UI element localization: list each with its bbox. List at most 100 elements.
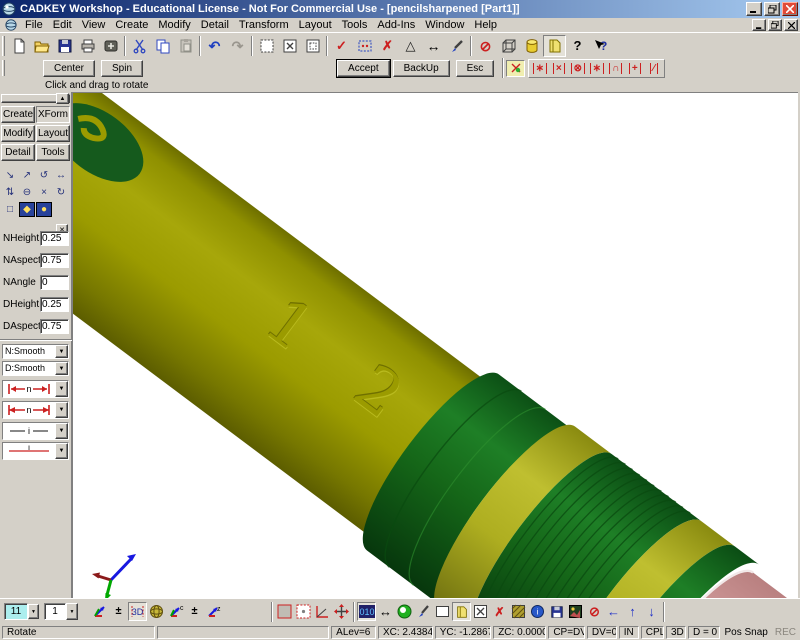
save-view-button[interactable] bbox=[547, 602, 566, 621]
stretch-button[interactable]: ↔ bbox=[422, 35, 445, 57]
menu-window[interactable]: Window bbox=[420, 19, 469, 32]
status-cp[interactable]: CP=DV bbox=[548, 626, 585, 639]
xform-rotate-button[interactable]: ↺ bbox=[36, 168, 52, 183]
minimize-button[interactable] bbox=[746, 2, 762, 16]
witness-style-select-1[interactable]: i ▼ bbox=[2, 422, 69, 440]
menu-addins[interactable]: Add-Ins bbox=[372, 19, 420, 32]
render-image-button[interactable] bbox=[566, 602, 585, 621]
tangent-snap-button[interactable]: ∩ bbox=[606, 60, 625, 77]
hatch-button[interactable] bbox=[509, 602, 528, 621]
menu-help[interactable]: Help bbox=[469, 19, 502, 32]
toolbar-grip[interactable] bbox=[2, 60, 5, 76]
dim-style-select-1[interactable]: n ▼ bbox=[2, 380, 69, 398]
close-window-button[interactable] bbox=[471, 602, 490, 621]
center-snap-button[interactable]: ⊗ bbox=[568, 60, 587, 77]
level-manager-button[interactable] bbox=[452, 602, 471, 621]
xform-revolve-button[interactable]: ⊖ bbox=[19, 185, 35, 200]
digitizer-pen-button[interactable] bbox=[445, 35, 468, 57]
zoom-all-button[interactable] bbox=[278, 35, 301, 57]
coordinate-readout-button[interactable]: 010 bbox=[357, 602, 376, 621]
title-bar[interactable]: CADKEY Workshop - Educational License - … bbox=[0, 0, 800, 18]
xform-dynamic-button[interactable]: ◆ bbox=[19, 202, 35, 217]
print-button[interactable] bbox=[76, 35, 99, 57]
plot-button[interactable] bbox=[99, 35, 122, 57]
no-render-button[interactable]: ⊘ bbox=[585, 602, 604, 621]
backup-button[interactable]: BackUp bbox=[393, 60, 450, 77]
dheight-input[interactable] bbox=[40, 297, 69, 312]
witness-style-select-2[interactable]: i ▼ bbox=[2, 442, 69, 460]
midpoint-snap-button[interactable]: × bbox=[549, 60, 568, 77]
status-units[interactable]: IN bbox=[619, 626, 639, 639]
menu-detail[interactable]: Detail bbox=[196, 19, 234, 32]
tab-tools[interactable]: Tools bbox=[36, 144, 70, 161]
pen-toggle-button[interactable] bbox=[414, 602, 433, 621]
dim-style-select-2[interactable]: n ▼ bbox=[2, 401, 69, 419]
close-button[interactable] bbox=[782, 2, 798, 16]
globe-button[interactable] bbox=[147, 602, 166, 621]
center-button[interactable]: Center bbox=[43, 60, 95, 77]
blank-viewport-button[interactable] bbox=[433, 602, 452, 621]
select-box-button[interactable] bbox=[255, 35, 278, 57]
dropdown-arrow-icon[interactable]: ▼ bbox=[55, 381, 68, 397]
along-snap-button[interactable]: ∗ bbox=[587, 60, 606, 77]
xform-delta-button[interactable]: ↘ bbox=[2, 168, 18, 183]
delete-entity-button[interactable]: ✗ bbox=[490, 602, 509, 621]
position-snap-button[interactable] bbox=[506, 60, 525, 77]
view-axes-button[interactable] bbox=[90, 602, 109, 621]
naspect-input[interactable] bbox=[40, 253, 69, 268]
delta-button[interactable]: △ bbox=[399, 35, 422, 57]
d-smooth-select[interactable]: D:Smooth ▼ bbox=[2, 361, 69, 376]
nangle-input[interactable] bbox=[40, 275, 69, 290]
level-dropdown-button[interactable]: ▼ bbox=[28, 604, 39, 619]
child-close-button[interactable] bbox=[784, 19, 798, 31]
menu-file[interactable]: File bbox=[20, 19, 48, 32]
xform-scale-button[interactable]: ⇅ bbox=[2, 185, 18, 200]
viewport[interactable]: 1 2 1 1 2 1 1 2 1 bbox=[72, 92, 798, 598]
nheight-input[interactable] bbox=[40, 231, 69, 246]
snap-grid-button[interactable] bbox=[294, 602, 313, 621]
tab-create[interactable]: Create bbox=[1, 106, 35, 123]
n-smooth-select[interactable]: N:Smooth ▼ bbox=[2, 344, 69, 359]
endpoint-snap-button[interactable]: ∗ bbox=[530, 60, 549, 77]
z-axes-button[interactable]: z bbox=[204, 602, 223, 621]
restore-button[interactable] bbox=[764, 2, 780, 16]
grid-display-button[interactable] bbox=[275, 602, 294, 621]
tab-layout[interactable]: Layout bbox=[36, 125, 70, 142]
xform-project-button[interactable]: × bbox=[36, 185, 52, 200]
world-info-button[interactable]: i bbox=[528, 602, 547, 621]
help-button[interactable]: ? bbox=[566, 35, 589, 57]
spin-button[interactable]: Spin bbox=[101, 60, 143, 77]
tab-xform[interactable]: XForm bbox=[36, 106, 70, 123]
child-minimize-button[interactable] bbox=[752, 19, 766, 31]
esc-button[interactable]: Esc bbox=[456, 60, 495, 77]
xform-copy-button[interactable]: ↗ bbox=[19, 168, 35, 183]
copy-button[interactable] bbox=[151, 35, 174, 57]
viewport-canvas[interactable]: 1 2 1 1 2 1 1 2 1 bbox=[73, 93, 798, 598]
status-cpl[interactable]: CPL bbox=[641, 626, 664, 639]
xform-spin-button[interactable]: ↻ bbox=[53, 185, 69, 200]
status-dv[interactable]: DV=0 bbox=[587, 626, 617, 639]
tab-detail[interactable]: Detail bbox=[1, 144, 35, 161]
verify-button[interactable]: ✓ bbox=[330, 35, 353, 57]
new-file-button[interactable] bbox=[7, 35, 30, 57]
view-number-display[interactable]: 1 bbox=[44, 603, 66, 620]
accept-button[interactable]: Accept bbox=[337, 60, 390, 77]
menu-transform[interactable]: Transform bbox=[234, 19, 294, 32]
menu-create[interactable]: Create bbox=[110, 19, 153, 32]
xform-mirror-button[interactable]: ↔ bbox=[53, 168, 69, 183]
save-button[interactable] bbox=[53, 35, 76, 57]
tab-modify[interactable]: Modify bbox=[1, 125, 35, 142]
move-mode-button[interactable] bbox=[332, 602, 351, 621]
menu-edit[interactable]: Edit bbox=[48, 19, 77, 32]
context-help-button[interactable]: ? bbox=[589, 35, 612, 57]
view-3d-button[interactable]: 3D bbox=[128, 602, 147, 621]
zoom-window-button[interactable] bbox=[301, 35, 324, 57]
ortho-button[interactable] bbox=[313, 602, 332, 621]
daspect-input[interactable] bbox=[40, 319, 69, 334]
open-file-button[interactable] bbox=[30, 35, 53, 57]
xform-rotate-view-button[interactable]: ● bbox=[36, 202, 52, 217]
delete-button[interactable]: ✗ bbox=[376, 35, 399, 57]
dropdown-arrow-icon[interactable]: ▼ bbox=[55, 362, 68, 375]
status-alev[interactable]: ALev=6 bbox=[331, 626, 376, 639]
axes-plusminus-button[interactable]: ± bbox=[109, 602, 128, 621]
